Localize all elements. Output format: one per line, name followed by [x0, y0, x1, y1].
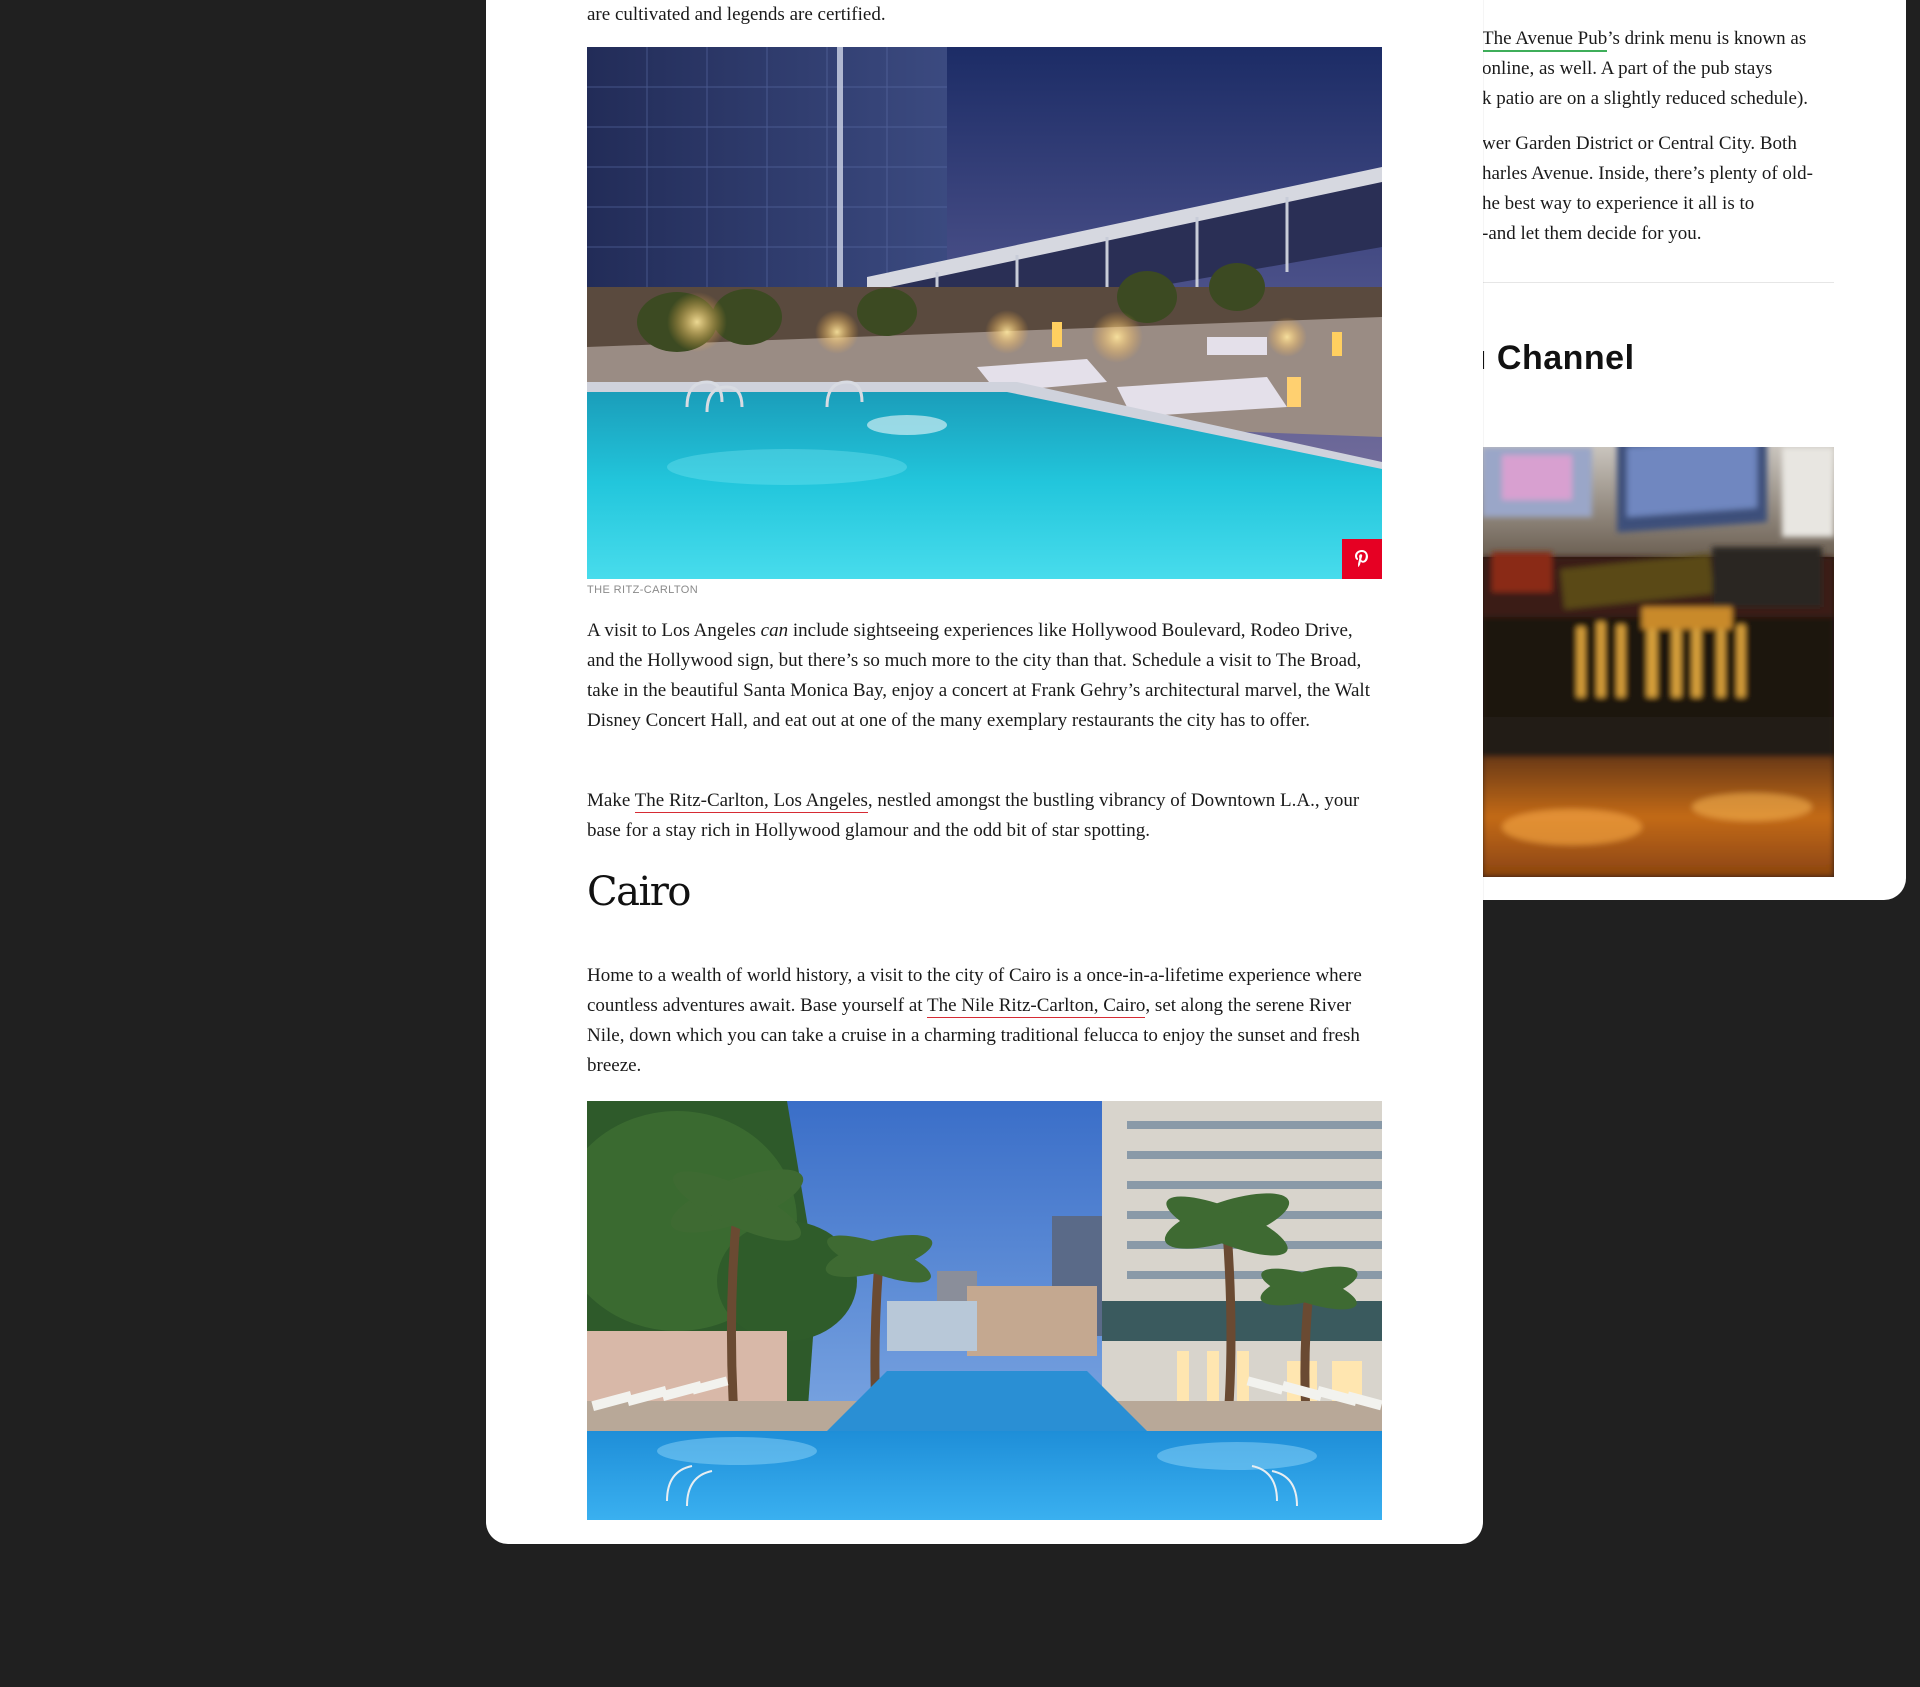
text-fragment: A visit to Los Angeles — [587, 620, 761, 641]
sidebar-text-line: online, as well. A part of the pub stays — [1482, 58, 1773, 79]
sidebar-text-line: -and let them decide for you. — [1482, 223, 1702, 244]
sidebar-heading: ı Channel — [1477, 339, 1635, 377]
article-card: are cultivated and legends are certified… — [486, 0, 1483, 1544]
sidebar-text-line: wer Garden District or Central City. Bot… — [1482, 133, 1797, 154]
pinterest-icon — [1355, 550, 1368, 568]
photo-credit: THE RITZ-CARLTON — [587, 584, 699, 596]
bar-taps-photo — [1482, 447, 1834, 877]
sidebar-divider — [1482, 282, 1834, 283]
pin-it-button[interactable] — [1342, 539, 1382, 579]
sidebar-text-line: k patio are on a slightly reduced schedu… — [1482, 88, 1809, 109]
article-paragraph: A visit to Los Angeles can include sight… — [587, 616, 1382, 736]
avenue-pub-link[interactable]: The Avenue Pub — [1482, 28, 1608, 52]
nile-ritz-carlton-cairo-pool — [587, 1101, 1382, 1520]
rooftop-pool-illustration — [587, 47, 1382, 579]
bar-taps-illustration — [1482, 447, 1834, 877]
ritz-carlton-los-angeles-link[interactable]: The Ritz-Carlton, Los Angeles — [634, 790, 868, 813]
article-paragraph: Make The Ritz-Carlton, Los Angeles, nest… — [587, 786, 1382, 846]
emphasis-text: can — [760, 620, 789, 641]
section-heading-cairo: Cairo — [587, 869, 691, 915]
sidebar-text-fragment: ’s drink menu is known as — [1607, 28, 1807, 49]
article-paragraph: are cultivated and legends are certified… — [587, 4, 886, 25]
article-paragraph: Home to a wealth of world history, a vis… — [587, 961, 1382, 1081]
nile-ritz-carlton-cairo-link[interactable]: The Nile Ritz-Carlton, Cairo — [926, 995, 1146, 1018]
text-fragment: Make — [587, 790, 635, 811]
ritz-carlton-los-angeles-rooftop-pool — [587, 47, 1382, 579]
sidebar-text-line: he best way to experience it all is to — [1482, 193, 1755, 214]
sidebar-text-line: harles Avenue. Inside, there’s plenty of… — [1482, 163, 1813, 184]
cairo-pool-illustration — [587, 1101, 1382, 1520]
sidebar-text-line: The Avenue Pub’s drink menu is known as — [1482, 24, 1886, 54]
